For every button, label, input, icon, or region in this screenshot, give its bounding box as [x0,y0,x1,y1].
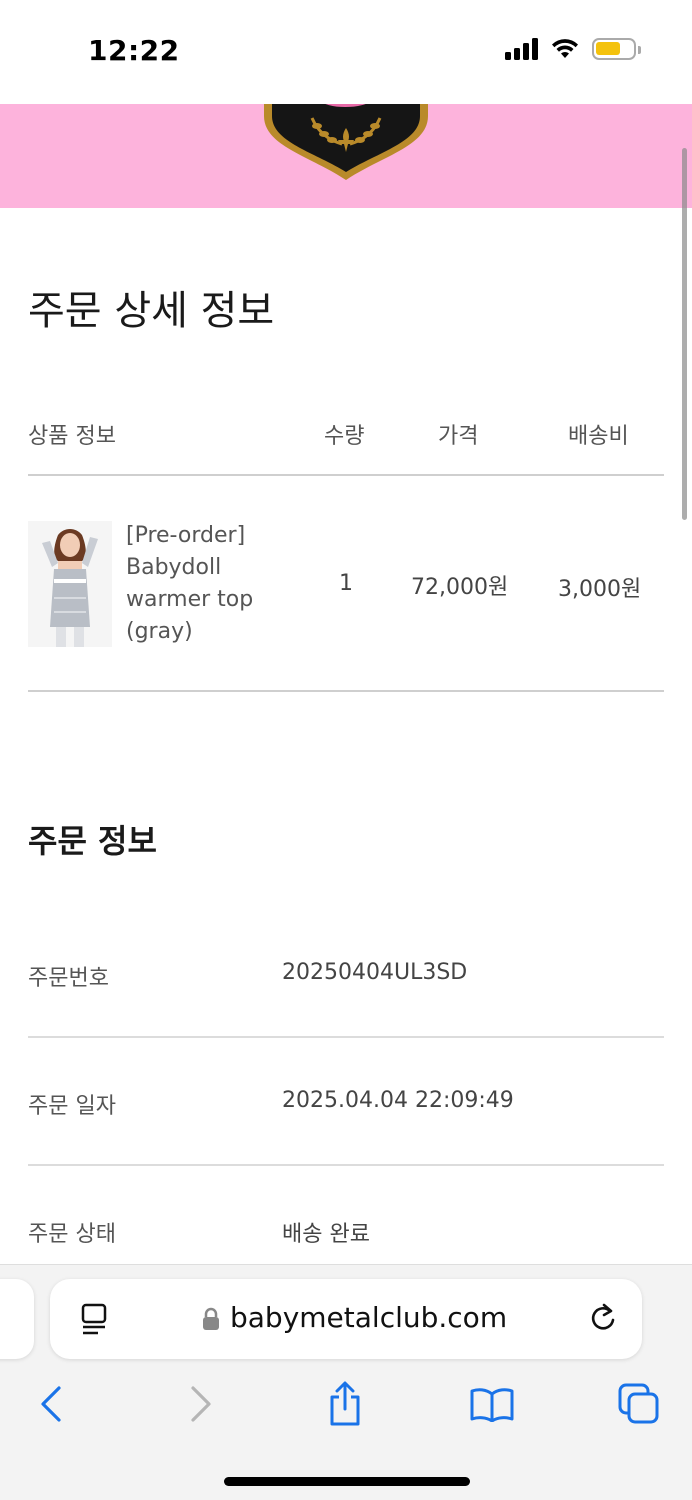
bookmarks-icon [470,1388,514,1422]
order-status-value: 배송 완료 [282,1222,370,1247]
header-quantity: 수량 [324,424,365,449]
home-indicator[interactable] [224,1477,470,1486]
product-quantity: 1 [339,571,353,596]
cellular-signal-icon [505,38,538,60]
order-number-label: 주문번호 [28,966,109,991]
previous-tab-peek[interactable] [0,1279,34,1359]
share-button[interactable] [320,1379,370,1429]
order-date-value: 2025.04.04 22:09:49 [282,1088,514,1113]
lock-icon [203,1307,219,1330]
order-table-header: 상품 정보 수량 가격 배송비 [28,412,664,476]
share-icon [330,1381,360,1426]
wifi-icon [552,39,578,58]
header-banner [0,104,692,208]
reload-icon[interactable] [588,1301,618,1335]
product-shipping-fee: 3,000원 [558,577,642,602]
order-number-value: 20250404UL3SD [282,960,468,985]
browser-toolbar [0,1379,692,1429]
page-title: 주문 상세 정보 [28,288,275,334]
header-shipping: 배송비 [568,424,629,449]
tabs-button[interactable] [614,1379,664,1429]
url-text[interactable]: babymetalclub.com [230,1301,507,1334]
forward-button[interactable] [176,1379,226,1429]
club-crest-logo[interactable] [262,104,430,182]
back-button[interactable] [26,1379,76,1429]
reader-view-icon[interactable] [80,1303,110,1335]
browser-bottom-bar: babymetalclub.com [0,1264,692,1500]
status-bar: 12:22 [0,0,692,104]
order-number-row: 주문번호 20250404UL3SD [28,910,664,1038]
order-date-label: 주문 일자 [28,1094,116,1119]
product-thumbnail[interactable] [28,521,112,647]
table-row: [Pre-order] Babydoll warmer top (gray) 1… [28,476,664,692]
forward-icon [191,1386,211,1422]
address-bar[interactable]: babymetalclub.com [50,1279,642,1359]
bookmarks-button[interactable] [467,1379,517,1429]
product-name[interactable]: [Pre-order] Babydoll warmer top (gray) [126,520,276,648]
back-icon [41,1386,61,1422]
status-time: 12:22 [88,34,180,67]
order-date-row: 주문 일자 2025.04.04 22:09:49 [28,1038,664,1166]
order-status-label: 주문 상태 [28,1222,116,1247]
page-scrollbar[interactable] [682,148,687,520]
header-price: 가격 [438,424,479,449]
order-info-title: 주문 정보 [28,822,157,860]
header-product: 상품 정보 [28,424,116,449]
tabs-icon [618,1383,659,1424]
product-price: 72,000원 [411,575,509,600]
status-icons [505,38,641,60]
battery-icon [592,38,641,60]
